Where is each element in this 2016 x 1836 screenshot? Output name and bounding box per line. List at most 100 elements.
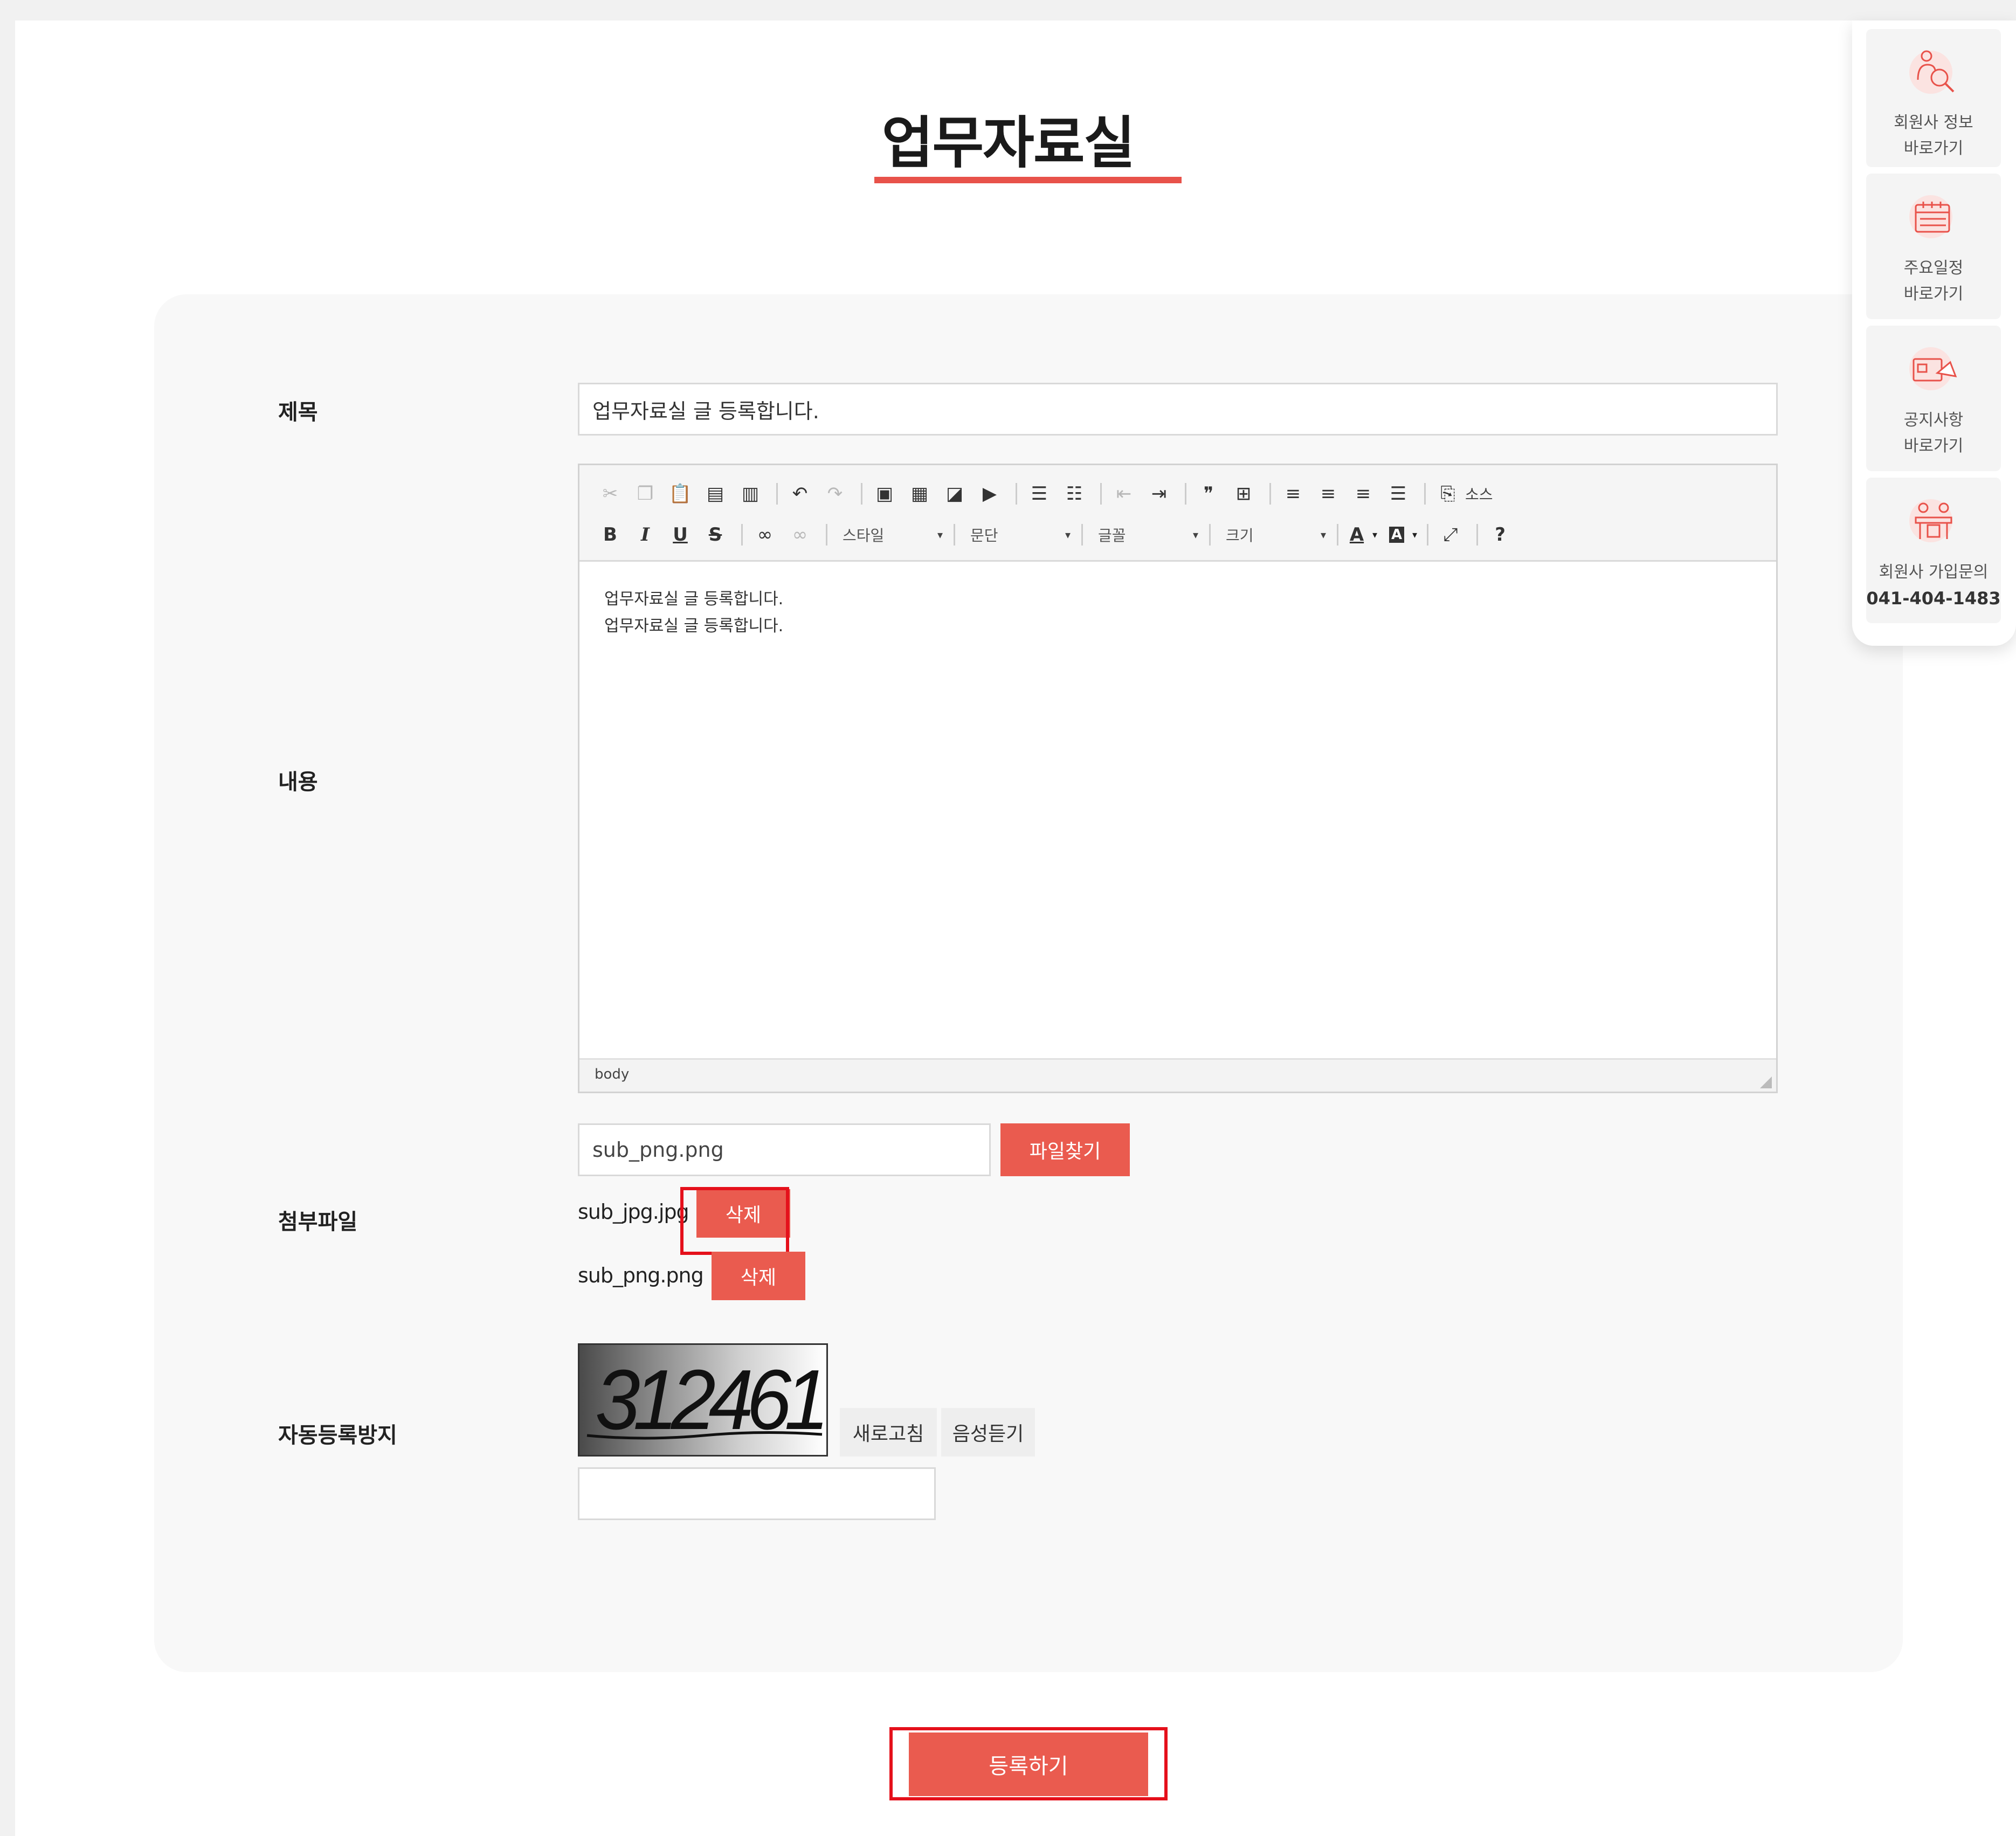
quick-menu-member-info[interactable]: 회원사 정보 바로가기 [1866,29,2001,167]
paste-word-icon[interactable]: ▥ [735,478,766,509]
toolbar-separator [741,524,743,546]
captcha-audio-button[interactable]: 음성듣기 [941,1408,1035,1457]
style-select-label: 스타일 [843,527,885,544]
quick-menu-notice[interactable]: 공지사항 바로가기 [1866,326,2001,471]
div-icon[interactable]: ⊞ [1228,478,1259,509]
toolbar-separator [776,483,778,505]
ordered-list-icon[interactable]: ☰ [1024,478,1055,509]
toolbar-separator [1100,483,1102,505]
member-search-icon [1909,50,1955,94]
source-label[interactable]: 소스 [1465,483,1493,505]
strikethrough-icon[interactable]: S [700,519,731,550]
style-select[interactable]: 스타일 ▾ [834,519,947,550]
font-select[interactable]: 글꼴 ▾ [1089,519,1203,550]
text-color-icon[interactable]: A [1345,519,1369,550]
help-icon[interactable]: ? [1485,519,1516,550]
toolbar-separator [1269,483,1271,505]
content-label: 내용 [278,770,318,795]
editor-toolbar: ✂ ❐ 📋 ▤ ▥ ↶ ↷ ▣ ▦ ◪ ▶ ☰ ☷ ⇤ ⇥ ❞ ⊞ ≡ ≡ ≡ [579,465,1776,562]
highlight-box [889,1727,1168,1800]
size-select[interactable]: 크기 ▾ [1217,519,1330,550]
copy-icon[interactable]: ❐ [630,478,661,509]
editor-toolbar-row-1: ✂ ❐ 📋 ▤ ▥ ↶ ↷ ▣ ▦ ◪ ▶ ☰ ☷ ⇤ ⇥ ❞ ⊞ ≡ ≡ ≡ [595,476,1493,512]
title-underline [874,177,1182,183]
chevron-down-icon[interactable]: ▾ [1372,529,1377,541]
editor-content-line: 업무자료실 글 등록합니다. [604,617,784,636]
delete-file-button[interactable]: 삭제 [712,1252,805,1300]
italic-icon[interactable]: I [630,519,661,550]
size-select-label: 크기 [1226,527,1254,544]
paste-text-icon[interactable]: ▤ [700,478,731,509]
quick-menu-label: 공지사항 [1903,411,1964,430]
source-icon[interactable]: ⎘ [1432,478,1463,509]
underline-icon[interactable]: U [665,519,696,550]
chevron-down-icon: ▾ [1320,528,1326,541]
element-path[interactable]: body [595,1066,629,1082]
paragraph-select-label: 문단 [970,527,998,544]
paragraph-select[interactable]: 문단 ▾ [962,519,1075,550]
quick-menu-phone: 041-404-1483 [1866,588,2001,609]
highlight-box [680,1187,789,1255]
captcha-refresh-button[interactable]: 새로고침 [840,1408,937,1457]
quick-menu-label: 바로가기 [1903,285,1964,303]
chevron-down-icon: ▾ [1192,528,1198,541]
subject-input[interactable]: 업무자료실 글 등록합니다. [578,383,1778,436]
outdent-icon[interactable]: ⇤ [1108,478,1140,509]
captcha-image: 312461 [578,1343,828,1457]
link-icon[interactable]: ∞ [749,519,781,550]
chevron-down-icon: ▾ [937,528,943,541]
captcha-input[interactable] [578,1467,936,1520]
notice-megaphone-icon [1909,347,1957,390]
editor-content-area[interactable]: 업무자료실 글 등록합니다. 업무자료실 글 등록합니다. [579,560,1776,985]
bold-icon[interactable]: B [595,519,626,550]
quick-menu-label: 회원사 정보 [1894,113,1973,132]
indent-icon[interactable]: ⇥ [1143,478,1175,509]
unordered-list-icon[interactable]: ☷ [1059,478,1090,509]
resize-handle-icon[interactable] [1760,1076,1772,1088]
align-center-icon[interactable]: ≡ [1313,478,1344,509]
undo-icon[interactable]: ↶ [784,478,816,509]
cut-icon[interactable]: ✂ [595,478,626,509]
youtube-icon[interactable]: ▶ [974,478,1005,509]
image-upload-icon[interactable]: ◪ [939,478,970,509]
toolbar-separator [1427,524,1429,546]
editor-content-line: 업무자료실 글 등록합니다. [604,590,784,609]
toolbar-separator [1185,483,1186,505]
quick-menu-join-inquiry[interactable]: 회원사 가입문의 041-404-1483 [1866,478,2001,623]
toolbar-separator [1081,524,1083,546]
toolbar-separator [861,483,862,505]
table-icon[interactable]: ▦ [904,478,935,509]
attachment-label: 첨부파일 [278,1210,358,1234]
toolbar-separator [1424,483,1426,505]
toolbar-separator [1337,524,1338,546]
image-icon[interactable]: ▣ [869,478,900,509]
unlink-icon[interactable]: ∞ [784,519,816,550]
font-select-label: 글꼴 [1098,527,1126,544]
paste-icon[interactable]: 📋 [665,478,696,509]
browse-file-button[interactable]: 파일찾기 [1000,1123,1130,1176]
membership-inquiry-icon [1909,499,1952,542]
chevron-down-icon: ▾ [1065,528,1071,541]
fullscreen-icon[interactable]: ⤢ [1435,519,1466,550]
align-justify-icon[interactable]: ☰ [1383,478,1414,509]
align-left-icon[interactable]: ≡ [1278,478,1309,509]
quick-menu-schedule[interactable]: 주요일정 바로가기 [1866,174,2001,319]
redo-icon[interactable]: ↷ [819,478,851,509]
toolbar-separator [954,524,955,546]
attached-file-name: sub_jpg.jpg [578,1200,689,1224]
subject-label: 제목 [278,400,318,425]
editor-toolbar-row-2: B I U S ∞ ∞ 스타일 ▾ 문단 ▾ 글꼴 ▾ 크기 ▾ A ▾ A ▾ ⤢ ? [595,517,1520,553]
rich-text-editor: ✂ ❐ 📋 ▤ ▥ ↶ ↷ ▣ ▦ ◪ ▶ ☰ ☷ ⇤ ⇥ ❞ ⊞ ≡ ≡ ≡ [578,464,1778,1093]
quick-menu-label: 바로가기 [1903,139,1964,158]
toolbar-separator [1016,483,1017,505]
page-title: 업무자료실 [881,110,1135,176]
captcha-label: 자동등록방지 [278,1423,397,1448]
align-right-icon[interactable]: ≡ [1348,478,1379,509]
blockquote-icon[interactable]: ❞ [1193,478,1224,509]
quick-menu-label: 회원사 가입문의 [1879,563,1989,582]
background-color-icon[interactable]: A [1385,519,1409,550]
toolbar-separator [1476,524,1479,546]
chevron-down-icon[interactable]: ▾ [1412,529,1417,541]
file-path-input[interactable]: sub_png.png [578,1123,991,1176]
quick-menu-label: 주요일정 [1903,259,1964,278]
